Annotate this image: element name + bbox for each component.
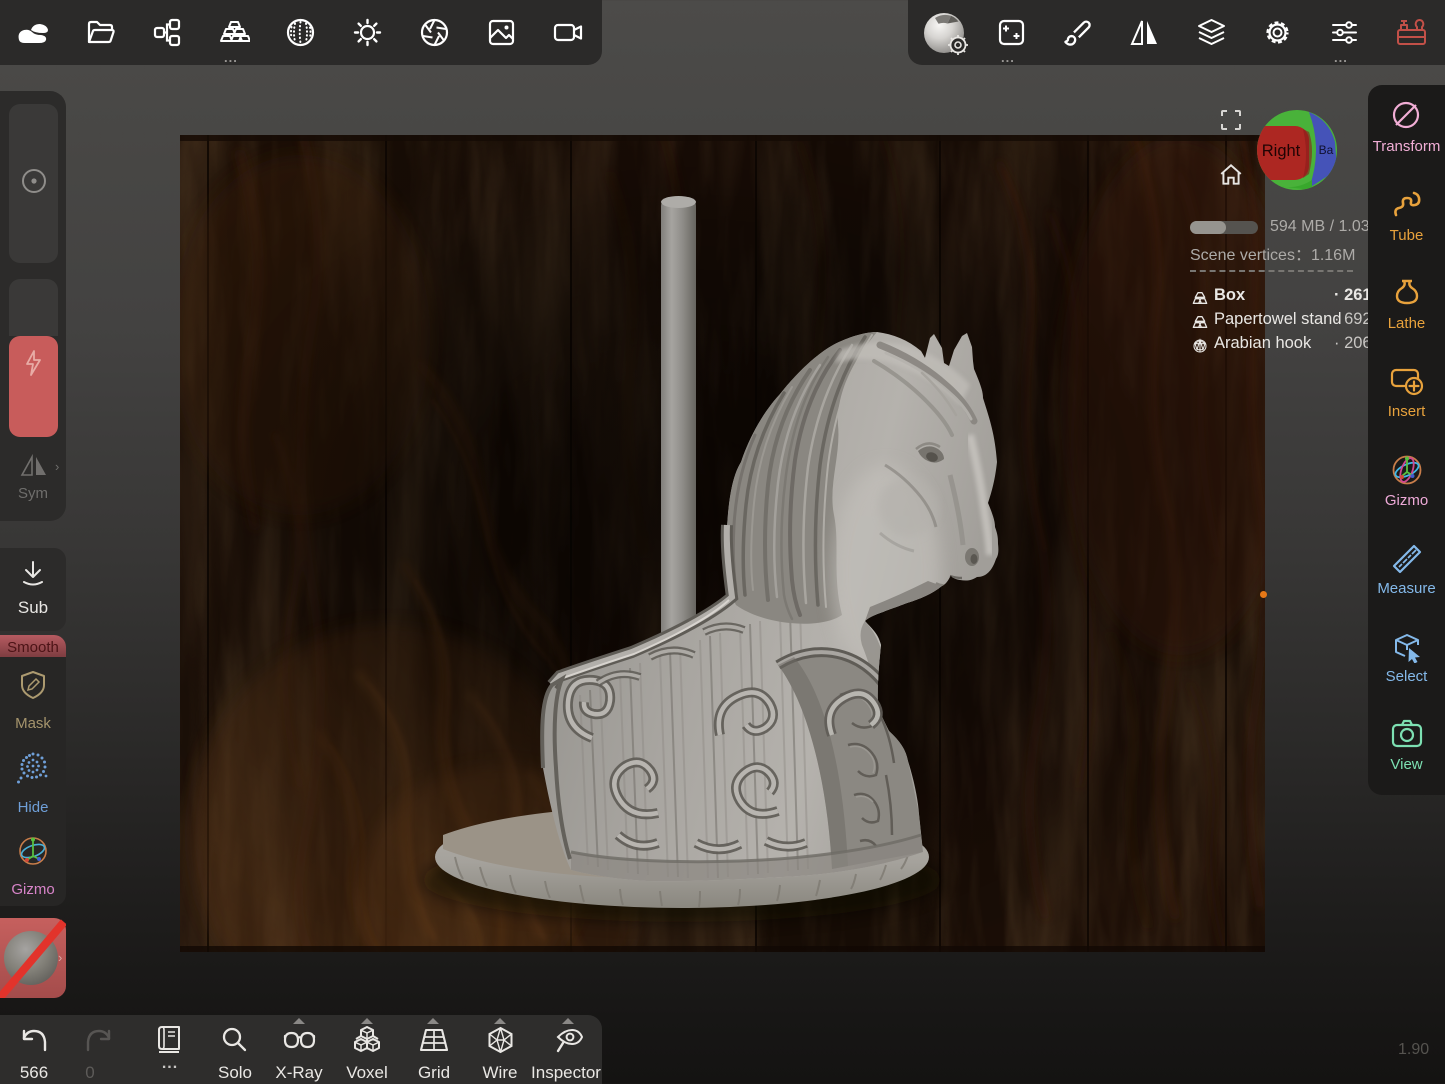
- svg-text:Right: Right: [1262, 142, 1301, 160]
- svg-text:Ba: Ba: [1319, 143, 1334, 157]
